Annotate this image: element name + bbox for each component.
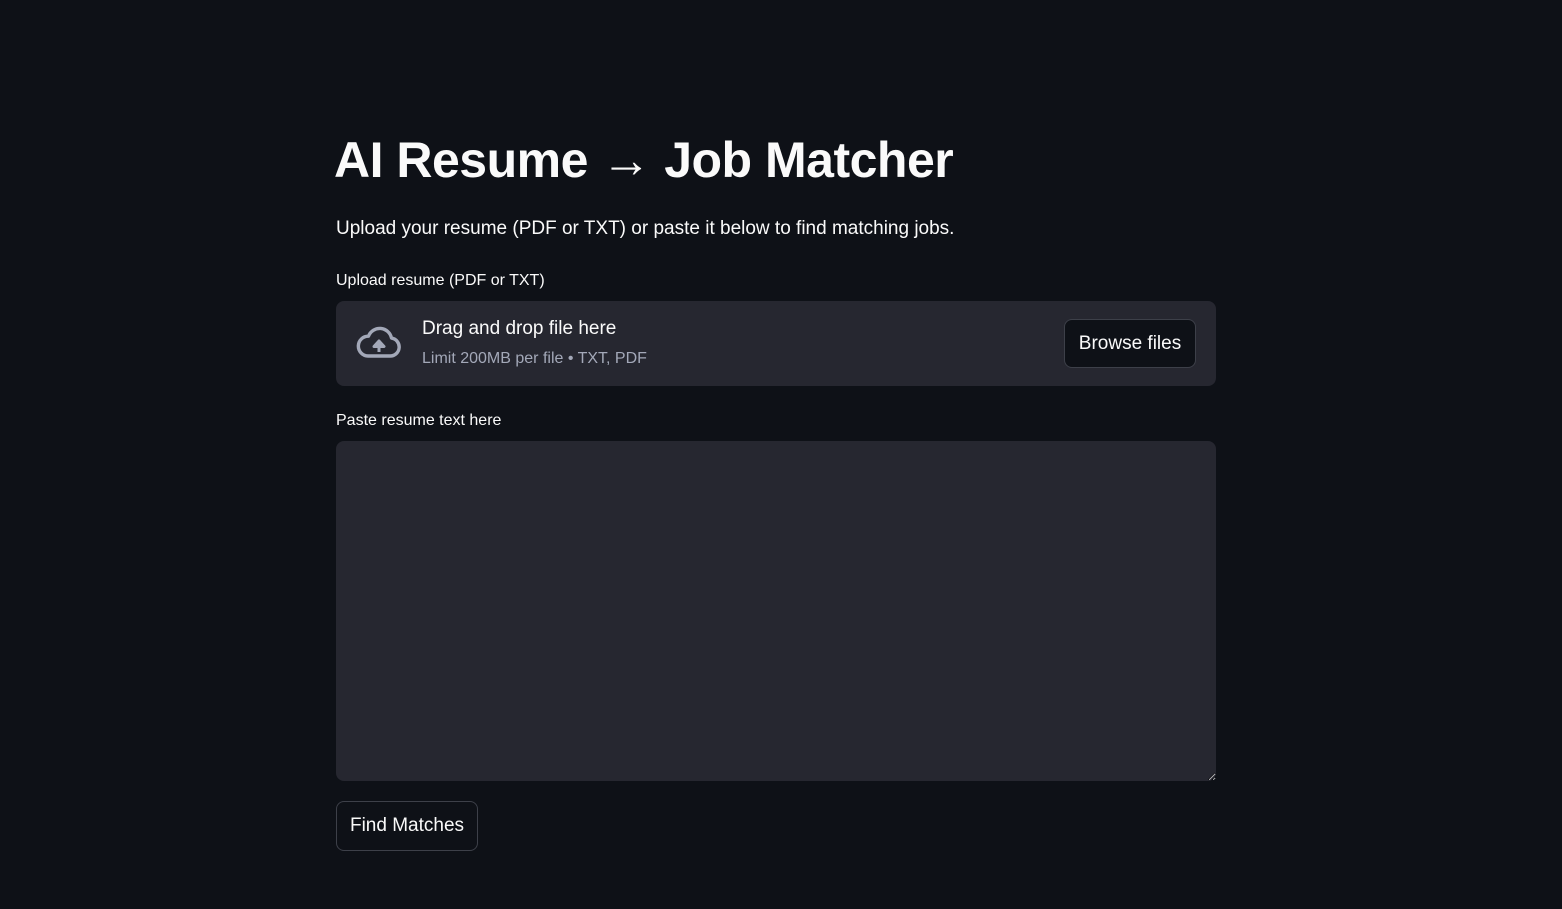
resume-text-label: Paste resume text here	[336, 412, 502, 429]
resume-text-input[interactable]	[336, 441, 1216, 781]
dropzone-limit-text: Limit 200MB per file • TXT, PDF	[422, 350, 647, 367]
upload-label: Upload resume (PDF or TXT)	[336, 272, 545, 289]
browse-files-button[interactable]: Browse files	[1064, 319, 1196, 368]
cloud-upload-icon	[356, 325, 402, 361]
find-matches-button[interactable]: Find Matches	[336, 801, 478, 851]
dropzone-title: Drag and drop file here	[422, 318, 617, 339]
page-title: AI Resume → Job Matcher	[334, 132, 954, 188]
page-subtitle: Upload your resume (PDF or TXT) or paste…	[336, 218, 955, 239]
file-dropzone[interactable]: Drag and drop file here Limit 200MB per …	[336, 301, 1216, 386]
